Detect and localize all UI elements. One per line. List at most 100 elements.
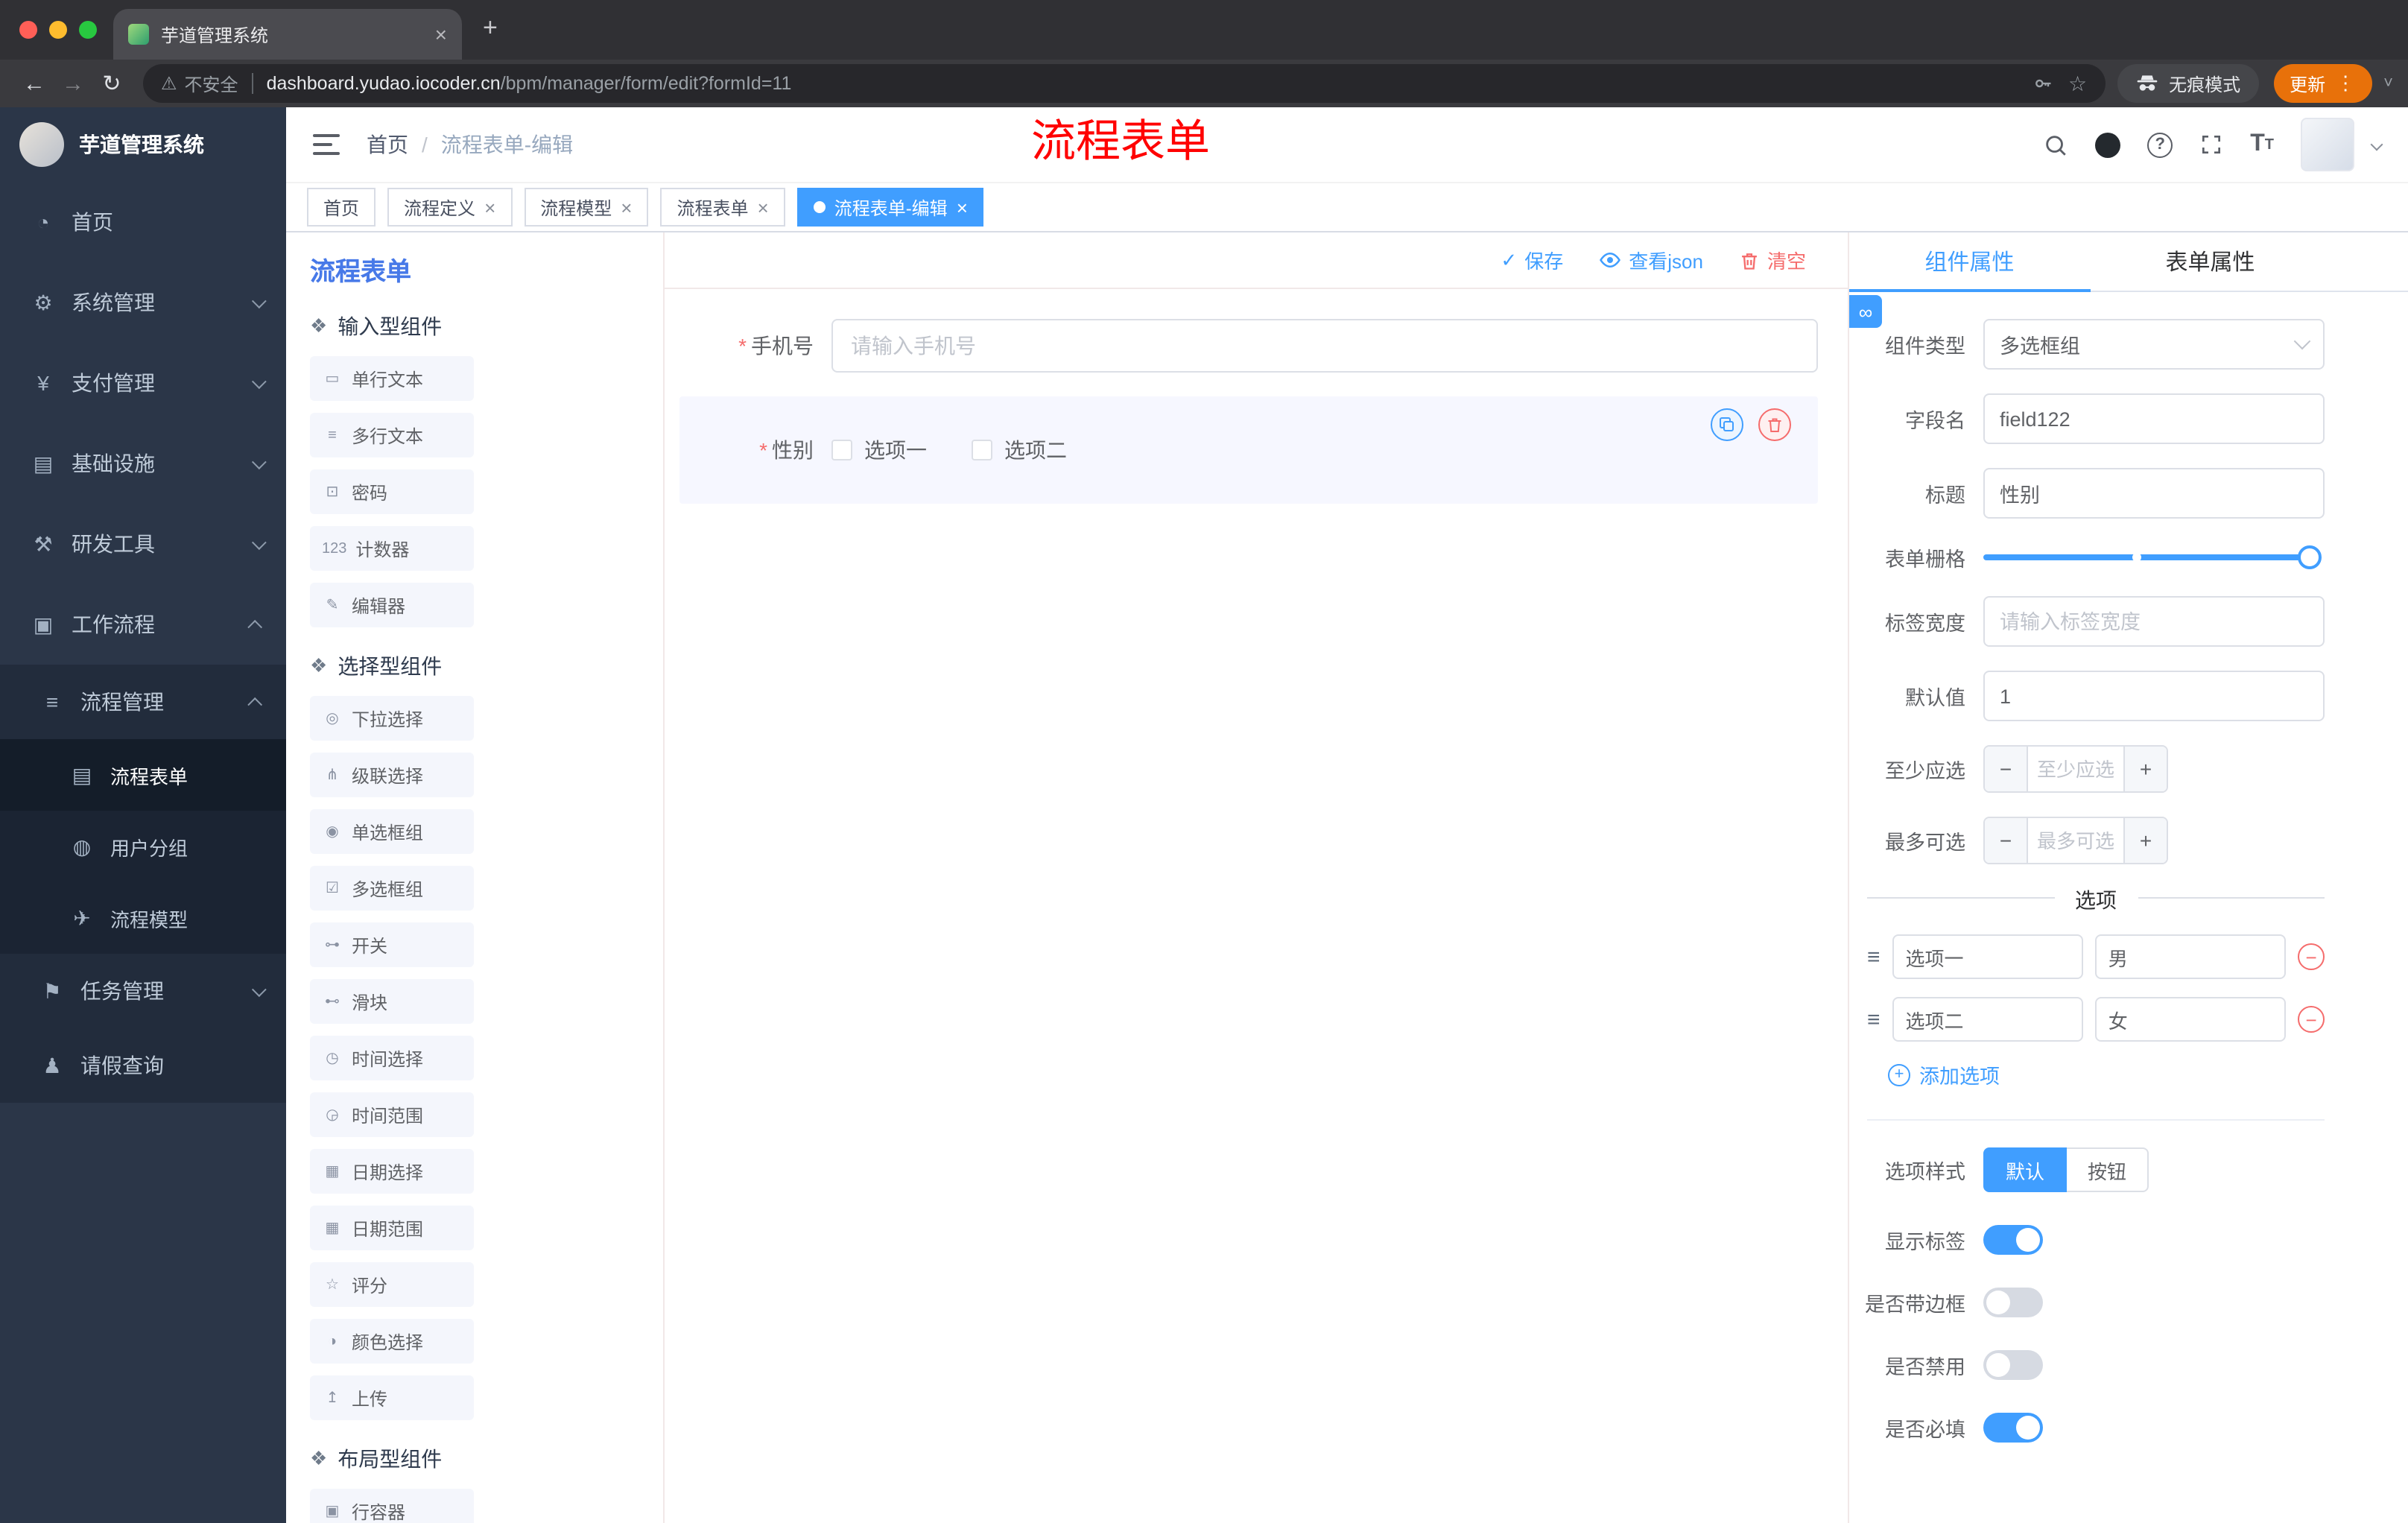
sidebar-item-process-form[interactable]: ▤ 流程表单: [0, 739, 286, 811]
remove-option-button[interactable]: −: [2298, 1006, 2325, 1033]
sidebar-item-task-management[interactable]: ⚑ 任务管理: [0, 954, 286, 1028]
sidebar-item-leave-query[interactable]: ♟ 请假查询: [0, 1028, 286, 1103]
sidebar-item-workflow[interactable]: ▣ 工作流程: [0, 584, 286, 665]
slider-handle[interactable]: [2298, 545, 2322, 569]
default-value-input[interactable]: [1983, 671, 2325, 721]
palette-item-slider[interactable]: ⊷ 滑块: [310, 979, 474, 1024]
browser-menu-icon[interactable]: ⋮: [2336, 72, 2355, 95]
palette-item-editor[interactable]: ✎ 编辑器: [310, 583, 474, 627]
min-select-input[interactable]: [2027, 747, 2125, 791]
style-button-button[interactable]: 按钮: [2067, 1147, 2149, 1192]
option-label-input[interactable]: [1892, 997, 2083, 1042]
help-icon[interactable]: ?: [2147, 132, 2173, 157]
phone-field-row[interactable]: * 手机号: [679, 319, 1818, 373]
option-label-input[interactable]: [1892, 934, 2083, 979]
avatar-caret-icon[interactable]: [2370, 138, 2383, 151]
tag-close-icon[interactable]: ×: [957, 197, 968, 217]
option-value-input[interactable]: [2094, 997, 2287, 1042]
phone-input[interactable]: [831, 319, 1818, 373]
field-name-input[interactable]: [1983, 393, 2325, 444]
tag-process-model[interactable]: 流程模型 ×: [524, 188, 649, 227]
tag-process-form-edit[interactable]: 流程表单-编辑 ×: [796, 188, 984, 227]
reload-icon[interactable]: ↻: [92, 70, 131, 97]
tab-component-props[interactable]: 组件属性: [1849, 232, 2090, 292]
link-handle-icon[interactable]: ∞: [1849, 295, 1882, 328]
remove-option-button[interactable]: −: [2298, 943, 2325, 970]
palette-item-multi-text[interactable]: ≡ 多行文本: [310, 413, 474, 457]
disabled-toggle[interactable]: [1983, 1350, 2043, 1380]
fullscreen-icon[interactable]: [2199, 133, 2223, 156]
tag-process-definition[interactable]: 流程定义 ×: [387, 188, 513, 227]
address-bar[interactable]: ⚠ 不安全 dashboard.yudao.iocoder.cn /bpm/ma…: [143, 64, 2106, 103]
sidebar-item-infrastructure[interactable]: ▤ 基础设施: [0, 423, 286, 504]
palette-item-dropdown[interactable]: ◎ 下拉选择: [310, 696, 474, 741]
tag-close-icon[interactable]: ×: [484, 197, 495, 217]
github-icon[interactable]: [2095, 132, 2121, 157]
password-key-icon[interactable]: [2032, 73, 2053, 94]
palette-item-date-picker[interactable]: ▦ 日期选择: [310, 1149, 474, 1194]
minus-icon[interactable]: −: [1985, 747, 2027, 791]
window-zoom-button[interactable]: [79, 21, 97, 39]
palette-item-date-range[interactable]: ▦ 日期范围: [310, 1206, 474, 1250]
tab-form-props[interactable]: 表单属性: [2090, 232, 2331, 291]
forward-icon[interactable]: →: [54, 71, 92, 96]
drag-handle-icon[interactable]: ≡: [1867, 944, 1881, 969]
sidebar-item-devtools[interactable]: ⚒ 研发工具: [0, 504, 286, 584]
save-button[interactable]: ✓ 保存: [1501, 246, 1563, 274]
sidebar-item-user-group[interactable]: ◍ 用户分组: [0, 811, 286, 882]
required-toggle[interactable]: [1983, 1413, 2043, 1443]
sidebar-item-payment-management[interactable]: ¥ 支付管理: [0, 343, 286, 423]
drag-handle-icon[interactable]: ≡: [1867, 1007, 1881, 1032]
plus-icon[interactable]: +: [2125, 818, 2167, 863]
sidebar-item-home[interactable]: ◔ 首页: [0, 182, 286, 262]
minus-icon[interactable]: −: [1985, 818, 2027, 863]
tag-process-form[interactable]: 流程表单 ×: [660, 188, 785, 227]
palette-item-row-container[interactable]: ▣ 行容器: [310, 1489, 474, 1523]
sidebar-item-process-management[interactable]: ≡ 流程管理: [0, 665, 286, 739]
style-default-button[interactable]: 默认: [1983, 1147, 2068, 1192]
palette-item-time-picker[interactable]: ◷ 时间选择: [310, 1036, 474, 1080]
copy-component-button[interactable]: [1711, 408, 1743, 441]
sidebar-collapse-icon[interactable]: [313, 134, 340, 155]
palette-item-rate[interactable]: ☆ 评分: [310, 1262, 474, 1307]
palette-item-time-range[interactable]: ◶ 时间范围: [310, 1092, 474, 1137]
font-size-icon[interactable]: TT: [2250, 131, 2274, 158]
window-close-button[interactable]: [19, 21, 37, 39]
breadcrumb-home[interactable]: 首页: [367, 130, 408, 159]
clear-button[interactable]: 清空: [1739, 246, 1806, 274]
palette-item-checkbox-group[interactable]: ☑ 多选框组: [310, 866, 474, 911]
browser-update-button[interactable]: 更新 ⋮: [2273, 64, 2372, 103]
palette-item-switch[interactable]: ⊶ 开关: [310, 922, 474, 967]
palette-item-radio-group[interactable]: ◉ 单选框组: [310, 809, 474, 854]
tag-close-icon[interactable]: ×: [758, 197, 769, 217]
user-avatar[interactable]: [2301, 118, 2354, 171]
tab-close-icon[interactable]: ×: [435, 24, 447, 45]
plus-icon[interactable]: +: [2125, 747, 2167, 791]
form-grid-slider[interactable]: [1983, 545, 2322, 569]
sidebar-item-system-management[interactable]: ⚙ 系统管理: [0, 262, 286, 343]
tag-close-icon[interactable]: ×: [621, 197, 632, 217]
palette-item-single-text[interactable]: ▭ 单行文本: [310, 356, 474, 401]
new-tab-button[interactable]: +: [483, 13, 498, 43]
palette-item-color-picker[interactable]: ◑ 颜色选择: [310, 1319, 474, 1364]
search-icon[interactable]: [2043, 132, 2068, 157]
label-width-input[interactable]: [1983, 596, 2325, 647]
selected-form-component[interactable]: * 性别 选项一 选项二: [679, 396, 1818, 504]
security-warning-icon[interactable]: ⚠: [161, 73, 177, 94]
back-icon[interactable]: ←: [15, 71, 54, 96]
palette-item-upload[interactable]: ↥ 上传: [310, 1375, 474, 1420]
tag-home[interactable]: 首页: [307, 188, 376, 227]
palette-item-cascader[interactable]: ⋔ 级联选择: [310, 753, 474, 797]
component-type-select[interactable]: 多选框组: [1983, 319, 2325, 370]
checkbox-icon[interactable]: [972, 440, 992, 460]
browser-tab[interactable]: 芋道管理系统 ×: [113, 9, 462, 60]
show-label-toggle[interactable]: [1983, 1225, 2043, 1255]
view-json-button[interactable]: 查看json: [1599, 246, 1703, 274]
palette-item-password[interactable]: ⊡ 密码: [310, 469, 474, 514]
bookmark-star-icon[interactable]: ☆: [2068, 71, 2087, 96]
add-option-button[interactable]: + 添加选项: [1888, 1060, 2000, 1089]
max-select-input[interactable]: [2027, 818, 2125, 863]
sidebar-item-process-model[interactable]: ✈ 流程模型: [0, 882, 286, 954]
checkbox-icon[interactable]: [831, 440, 852, 460]
checkbox-option-1[interactable]: 选项一: [831, 435, 927, 465]
